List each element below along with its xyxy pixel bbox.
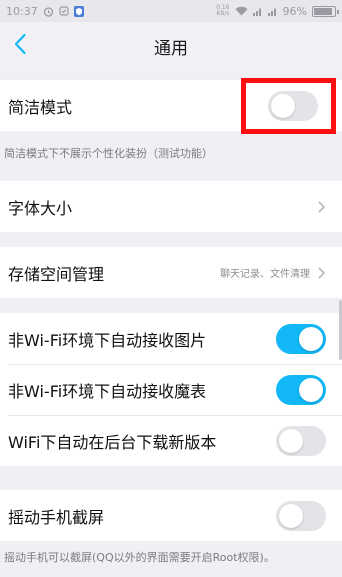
chevron-right-icon [316, 266, 326, 280]
back-button[interactable] [6, 30, 34, 62]
toggle-knob [299, 326, 323, 351]
storage-hint: 聊天记录、文件清理 [220, 269, 310, 280]
chevron-right-icon [316, 200, 326, 214]
network-speed: 0.16 KB/s [216, 4, 230, 17]
signal-icon-2 [267, 6, 278, 16]
shake-label: 摇动手机截屏 [8, 507, 105, 527]
toggle-knob [279, 503, 303, 528]
storage-group: 存储空间管理 聊天记录、文件清理 [0, 247, 342, 298]
auto-receive-magic-row: 非Wi-Fi环境下自动接收魔表 [0, 364, 342, 415]
toggle-knob [299, 377, 323, 402]
nav-bar: 通用 [0, 22, 342, 70]
storage-row[interactable]: 存储空间管理 聊天记录、文件清理 [0, 247, 342, 298]
highlight-annotation-box [241, 78, 336, 134]
shake-toggle[interactable] [276, 500, 326, 531]
app-shield-icon [73, 5, 84, 17]
battery-icon [312, 5, 339, 17]
storage-right: 聊天记录、文件清理 [220, 265, 326, 280]
status-bar-right: 0.16 KB/s 96% [216, 4, 339, 18]
alarm-icon [43, 6, 54, 17]
wifi-icon [235, 6, 248, 16]
simple-mode-caption: 简洁模式下不展示个性化装扮（测试功能） [4, 147, 213, 160]
page-title: 通用 [154, 38, 188, 59]
storage-label: 存储空间管理 [8, 264, 105, 284]
wifi-auto-update-row: WiFi下自动在后台下载新版本 [0, 415, 342, 466]
chevron-left-icon [13, 33, 27, 59]
shake-group: 摇动手机截屏 [0, 490, 342, 541]
auto-receive-images-toggle[interactable] [276, 323, 326, 354]
font-size-group: 字体大小 [0, 181, 342, 232]
simple-mode-label: 简洁模式 [8, 97, 73, 117]
status-bar: 10:37 0.16 KB/s 96% [0, 0, 342, 22]
auto-receive-images-row: 非Wi-Fi环境下自动接收图片 [0, 313, 342, 364]
wifi-auto-update-label: WiFi下自动在后台下载新版本 [8, 432, 217, 452]
toggle-knob [279, 428, 303, 453]
notification-icon [59, 6, 69, 16]
shake-caption: 摇动手机可以截屏(QQ以外的界面需要开启Root权限)。 [4, 551, 275, 564]
font-size-right [316, 200, 326, 214]
font-size-row[interactable]: 字体大小 [0, 181, 342, 232]
battery-percent: 96% [282, 4, 307, 18]
auto-receive-magic-label: 非Wi-Fi环境下自动接收魔表 [8, 381, 207, 401]
auto-receive-images-label: 非Wi-Fi环境下自动接收图片 [8, 330, 207, 350]
auto-receive-magic-toggle[interactable] [276, 374, 326, 405]
shake-row: 摇动手机截屏 [0, 490, 342, 541]
status-time: 10:37 [6, 4, 38, 18]
battery-fill [314, 7, 333, 15]
status-bar-left: 10:37 [6, 5, 84, 18]
font-size-label: 字体大小 [8, 198, 73, 218]
signal-icon [252, 6, 263, 16]
auto-receive-group: 非Wi-Fi环境下自动接收图片 非Wi-Fi环境下自动接收魔表 WiFi下自动在… [0, 313, 342, 466]
wifi-auto-update-toggle[interactable] [276, 425, 326, 456]
